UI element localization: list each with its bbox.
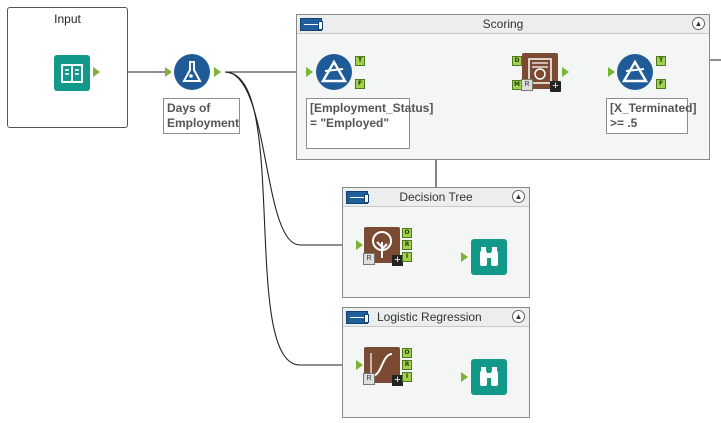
r-icon: R [363,373,375,385]
scoring-container-header[interactable]: Scoring ▲ [297,15,709,34]
binoculars-icon [480,247,498,266]
decision-tree-interactive-anchor[interactable]: I [402,252,412,262]
formula-annotation: Days of Employment [163,98,240,134]
input-container-title: Input [54,12,81,26]
logistic-regression-report-anchor[interactable]: R [402,360,412,370]
score-data-anchor[interactable]: D [512,56,522,66]
logistic-regression-container-title: Logistic Regression [377,310,482,324]
browse-tool-decision-tree[interactable] [471,239,507,275]
collapse-icon[interactable]: ▲ [692,17,705,30]
flask-icon [182,61,202,82]
collapse-icon[interactable]: ▲ [512,190,525,203]
decision-tree-input-anchor[interactable] [356,240,363,250]
scoring-container-title: Scoring [482,17,524,31]
filter-employed-false-anchor[interactable]: F [355,79,365,89]
filter-employed-input-anchor[interactable] [306,67,313,77]
filter-terminated-input-anchor[interactable] [608,67,615,77]
decision-tree-report-anchor[interactable]: R [402,240,412,250]
book-icon [61,64,83,83]
logistic-regression-tool[interactable]: + R [363,347,403,386]
filter-employed-true-anchor[interactable]: T [355,56,365,66]
binoculars-icon [480,367,498,386]
formula-output-anchor[interactable] [214,67,221,77]
plus-icon: + [550,81,561,92]
filter-icon [320,59,348,83]
filter-terminated-true-anchor[interactable]: T [656,56,666,66]
decision-tree-tool[interactable]: + R [363,227,403,266]
filter-terminated-annotation: [X_Terminated] >= .5 [606,98,696,134]
r-icon: R [521,79,533,91]
filter-terminated-tool[interactable] [617,54,653,90]
input-output-anchor[interactable] [93,67,100,77]
filter-employed-annotation: [Employment_Status] = "Employed" [306,98,433,149]
input-data-tool[interactable] [54,55,90,91]
filter-employed-tool[interactable] [316,54,352,90]
formula-input-anchor[interactable] [165,67,172,77]
browse-2-input-anchor[interactable] [461,372,468,382]
score-tool[interactable]: + R [521,53,561,92]
r-icon: R [363,253,375,265]
formula-tool[interactable] [174,54,210,90]
decision-tree-container-title: Decision Tree [399,190,473,204]
filter-terminated-false-anchor[interactable]: F [656,79,666,89]
browse-tool-logistic-regression[interactable] [471,359,507,395]
logistic-regression-container-header[interactable]: Logistic Regression ▲ [343,308,529,327]
container-toggle-icon[interactable] [346,311,369,324]
filter-icon [621,59,649,83]
logistic-regression-input-anchor[interactable] [356,360,363,370]
logistic-regression-output-anchor[interactable]: O [402,348,412,358]
collapse-icon[interactable]: ▲ [512,310,525,323]
logistic-regression-interactive-anchor[interactable]: I [402,372,412,382]
decision-tree-output-anchor[interactable]: O [402,228,412,238]
score-output-anchor[interactable] [562,67,569,77]
decision-tree-container-header[interactable]: Decision Tree ▲ [343,188,529,207]
browse-1-input-anchor[interactable] [461,252,468,262]
